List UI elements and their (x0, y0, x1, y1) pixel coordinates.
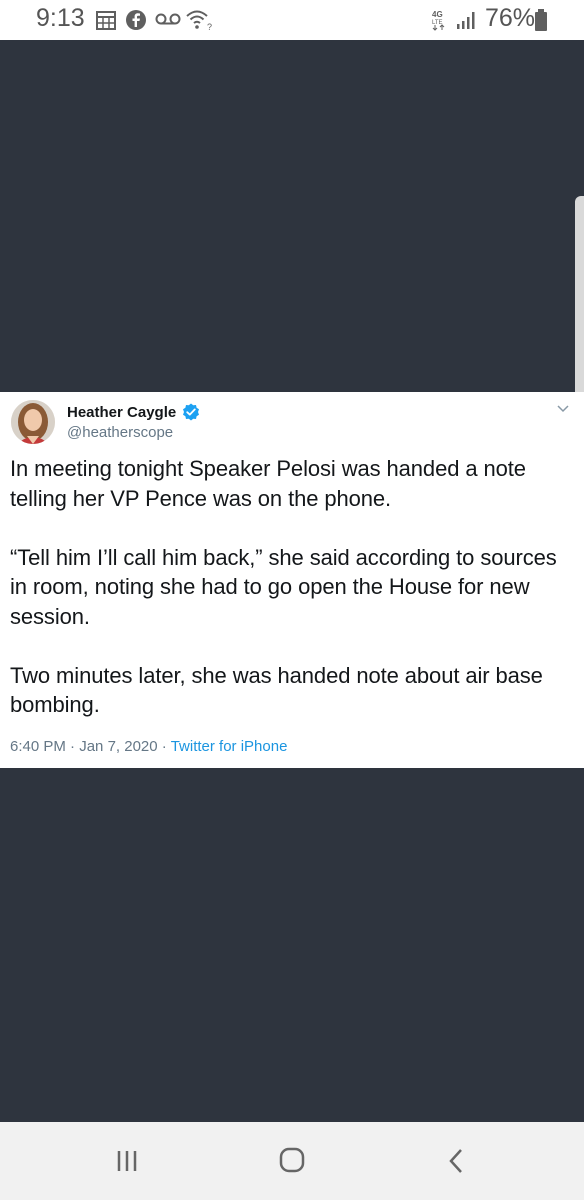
tweet-card[interactable]: Heather Caygle @heatherscope In meeting … (0, 392, 584, 768)
home-icon[interactable] (272, 1146, 312, 1176)
dim-overlay-bottom[interactable] (0, 768, 584, 1122)
back-icon[interactable] (437, 1146, 477, 1176)
chevron-down-icon[interactable] (556, 404, 570, 414)
tweet-date[interactable]: Jan 7, 2020 (79, 738, 157, 755)
tweet-paragraph: Two minutes later, she was handed note a… (10, 662, 543, 718)
tweet-paragraph: In meeting tonight Speaker Pelosi was ha… (10, 456, 526, 511)
verified-icon (183, 403, 199, 421)
svg-text:LTE: LTE (432, 20, 443, 26)
status-bar: 9:13 ? 4G LTE 76% (0, 0, 584, 40)
tweet-source-link[interactable]: Twitter for iPhone (171, 738, 288, 755)
author-name[interactable]: Heather Caygle (67, 404, 176, 421)
navigation-bar (0, 1122, 584, 1200)
recent-apps-icon[interactable] (107, 1146, 147, 1176)
status-time: 9:13 (36, 4, 85, 32)
signal-icon (457, 12, 475, 29)
battery-percentage: 76% (485, 4, 536, 32)
meta-separator: · (70, 738, 76, 755)
calendar-icon (96, 11, 116, 30)
edge-panel-handle[interactable] (575, 196, 584, 406)
svg-text:4G: 4G (432, 10, 443, 19)
svg-text:?: ? (207, 22, 212, 32)
network-type-icon: 4G LTE (432, 10, 445, 31)
author-handle[interactable]: @heatherscope (67, 424, 173, 441)
avatar[interactable] (11, 400, 55, 444)
tweet-paragraph: “Tell him I’ll call him back,” she said … (10, 544, 557, 629)
voicemail-icon (155, 13, 181, 25)
meta-separator: · (161, 738, 167, 755)
battery-icon (535, 9, 547, 31)
tweet-text: In meeting tonight Speaker Pelosi was ha… (10, 454, 576, 749)
tweet-meta: 6:40 PM · Jan 7, 2020 · Twitter for iPho… (10, 738, 287, 755)
dim-overlay-top[interactable] (0, 40, 584, 392)
wifi-icon: ? (186, 10, 212, 32)
tweet-time[interactable]: 6:40 PM (10, 738, 66, 755)
facebook-icon (126, 10, 146, 30)
